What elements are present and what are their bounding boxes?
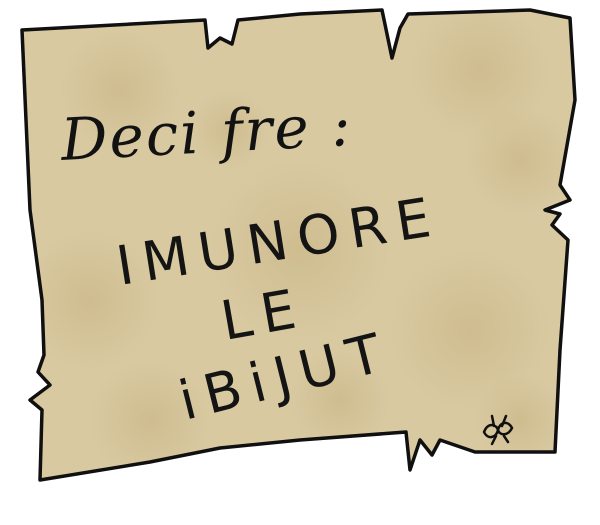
parchment-scene: Deci fre : IMUNORE LE iBiJUT — [0, 0, 600, 525]
parchment-sheet: Deci fre : IMUNORE LE iBiJUT — [20, 8, 577, 482]
